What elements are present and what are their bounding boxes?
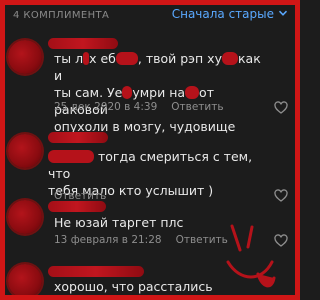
sort-label: Сначала старые [171,7,274,21]
comment-item: тогда смериться с тем, что тебя мало кто… [0,128,300,202]
avatar[interactable] [8,200,42,234]
chevron-down-icon [278,7,288,21]
avatar[interactable] [8,134,42,168]
comment-item: ты лх еб, твой рэп ху как и ты сам. Уе умр… [0,30,300,134]
heart-outline-icon[interactable] [274,233,288,247]
comment-text: хорошо, что расстались [54,279,213,294]
comment-text: Не юзай таргет плс [54,215,184,230]
redacted-author-name [48,266,144,277]
comment-meta: 25 дек 2020 в 4:39 Ответить [54,101,224,113]
avatar[interactable] [8,264,42,298]
comment-text: ты лх еб, твой рэп ху как и ты сам. Уе умр… [54,51,261,134]
comment-date: 25 дек 2020 в 4:39 [54,101,158,113]
reply-button[interactable]: Ответить [171,101,223,113]
comment-meta: 13 февраля в 21:28 Ответить [54,234,228,246]
comment-item: хорошо, что расстались [0,262,300,300]
heart-outline-icon[interactable] [274,100,288,114]
redacted-author-name [48,132,108,143]
reply-button[interactable]: Ответить [176,234,228,246]
comments-count-title: 4 КОМПЛИМЕНТА [13,10,110,21]
redacted-author-name [48,201,106,212]
avatar[interactable] [8,40,42,74]
comment-item: Не юзай таргет плс 13 февраля в 21:28 Отв… [0,196,300,248]
redacted-author-name [48,38,118,49]
sort-dropdown[interactable]: Сначала старые [172,7,288,21]
comments-header: 4 КОМПЛИМЕНТА Сначала старые [0,0,300,30]
comment-date: 13 февраля в 21:28 [54,234,162,246]
